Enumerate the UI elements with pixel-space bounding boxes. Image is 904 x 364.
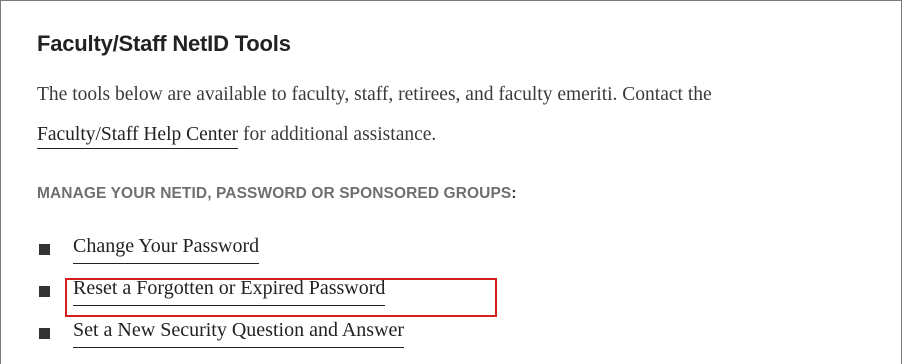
intro-paragraph: The tools below are available to faculty… bbox=[37, 75, 897, 155]
intro-text: The tools below are available to faculty… bbox=[37, 84, 712, 105]
section-heading-colon: : bbox=[511, 185, 517, 202]
page-title: Faculty/Staff NetID Tools bbox=[37, 31, 291, 56]
square-bullet-icon bbox=[39, 286, 50, 297]
help-center-link[interactable]: Faculty/Staff Help Center bbox=[37, 124, 239, 149]
intro-suffix: for additional assistance. bbox=[238, 124, 437, 145]
square-bullet-icon bbox=[39, 244, 50, 255]
square-bullet-icon bbox=[39, 328, 50, 339]
security-question-link[interactable]: Set a New Security Question and Answer bbox=[73, 317, 405, 348]
netid-tools-panel: Faculty/Staff NetID Tools The tools belo… bbox=[0, 0, 902, 364]
highlight-box bbox=[65, 278, 497, 317]
section-heading: MANAGE YOUR NETID, PASSWORD OR SPONSORED… bbox=[37, 185, 517, 203]
section-heading-text: MANAGE YOUR NETID, PASSWORD OR SPONSORED… bbox=[37, 185, 512, 202]
change-password-link[interactable]: Change Your Password bbox=[73, 233, 260, 264]
